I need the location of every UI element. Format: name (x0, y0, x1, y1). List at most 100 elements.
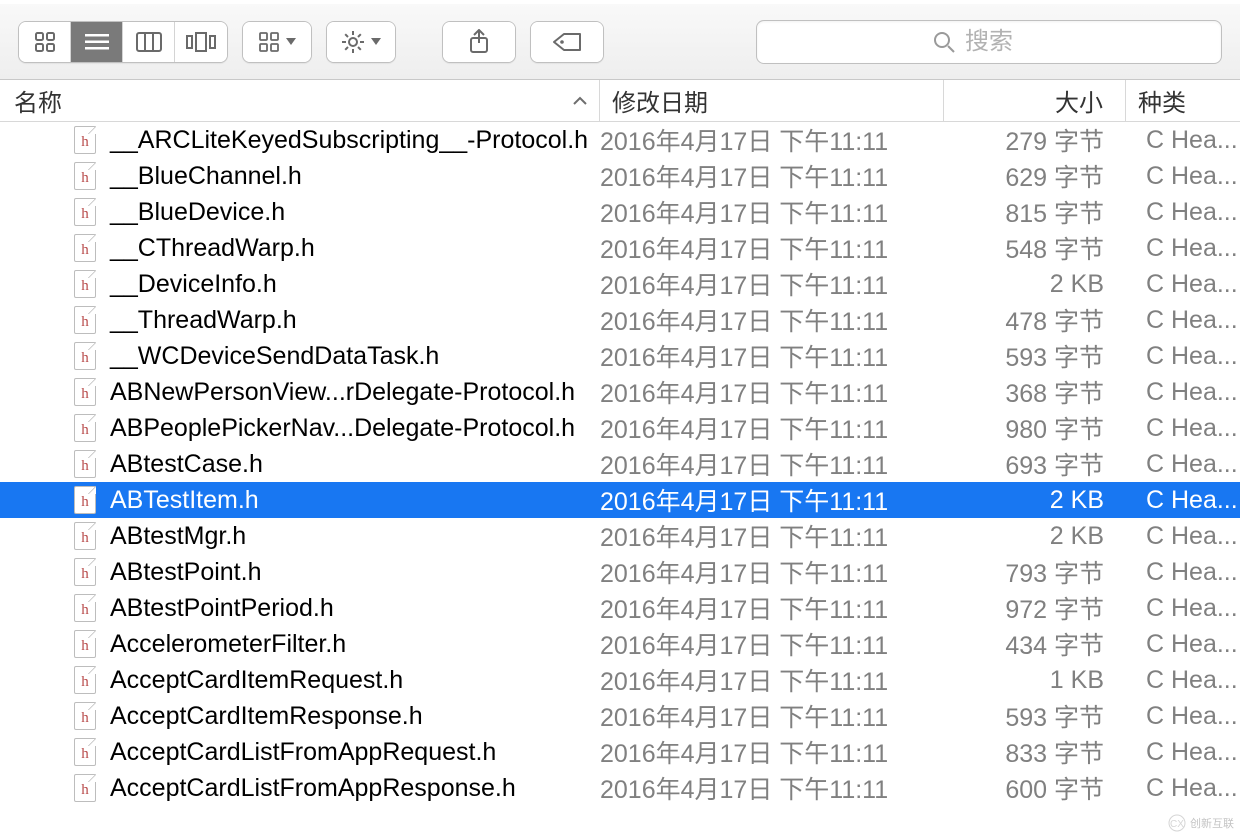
column-header-date-label: 修改日期 (612, 83, 708, 118)
file-date-cell: 2016年4月17日 下午11:11 (600, 194, 944, 230)
chevron-down-icon (286, 38, 296, 45)
file-kind-cell: C Hea... (1126, 234, 1240, 263)
tag-icon (552, 32, 582, 52)
column-header-kind[interactable]: 种类 (1126, 80, 1240, 121)
file-date-cell: 2016年4月17日 下午11:11 (600, 230, 944, 266)
column-header-date[interactable]: 修改日期 (600, 80, 944, 121)
header-file-icon: h (74, 126, 96, 154)
file-date-cell: 2016年4月17日 下午11:11 (600, 734, 944, 770)
table-row[interactable]: hAcceptCardItemResponse.h2016年4月17日 下午11… (0, 698, 1240, 734)
view-mode-group (18, 21, 228, 63)
toolbar (0, 4, 1240, 80)
header-file-icon: h (74, 198, 96, 226)
action-group (326, 21, 396, 63)
table-row[interactable]: hABtestPointPeriod.h2016年4月17日 下午11:1197… (0, 590, 1240, 626)
file-size-cell: 434 字节 (944, 626, 1126, 662)
columns-icon (136, 32, 162, 52)
header-file-icon: h (74, 270, 96, 298)
file-date-cell: 2016年4月17日 下午11:11 (600, 662, 944, 698)
share-button[interactable] (443, 22, 515, 62)
table-row[interactable]: hAccelerometerFilter.h2016年4月17日 下午11:11… (0, 626, 1240, 662)
action-button[interactable] (327, 22, 395, 62)
file-date-cell: 2016年4月17日 下午11:11 (600, 302, 944, 338)
file-name-label: AcceptCardListFromAppResponse.h (110, 774, 516, 803)
arrange-button[interactable] (243, 22, 311, 62)
file-size-cell: 548 字节 (944, 230, 1126, 266)
file-kind-cell: C Hea... (1126, 666, 1240, 695)
file-date-cell: 2016年4月17日 下午11:11 (600, 446, 944, 482)
grid-icon (34, 31, 56, 53)
file-name-cell: h AcceptCardItemRequest.h (0, 666, 600, 695)
header-file-icon: h (74, 702, 96, 730)
table-row[interactable]: hABtestCase.h2016年4月17日 下午11:11693 字节C H… (0, 446, 1240, 482)
file-name-cell: h AcceptCardListFromAppRequest.h (0, 738, 600, 767)
file-name-cell: h__BlueDevice.h (0, 198, 600, 227)
table-row[interactable]: h__ThreadWarp.h2016年4月17日 下午11:11478 字节C… (0, 302, 1240, 338)
file-kind-cell: C Hea... (1126, 342, 1240, 371)
file-name-cell: hABtestCase.h (0, 450, 600, 479)
file-kind-cell: C Hea... (1126, 306, 1240, 335)
file-size-cell: 793 字节 (944, 554, 1126, 590)
header-file-icon: h (74, 522, 96, 550)
table-row[interactable]: hABTestItem.h2016年4月17日 下午11:112 KBC Hea… (0, 482, 1240, 518)
table-row[interactable]: h AcceptCardListFromAppRequest.h 2016年4月17… (0, 734, 1240, 770)
table-row[interactable]: h__DeviceInfo.h2016年4月17日 下午11:112 KBC H… (0, 266, 1240, 302)
table-row[interactable]: hABNewPersonView...rDelegate-Protocol.h2… (0, 374, 1240, 410)
column-header-name[interactable]: 名称 (0, 80, 600, 121)
file-name-label: __ARCLiteKeyedSubscripting__-Protocol.h (110, 126, 588, 155)
table-row[interactable]: hAcceptCardListFromAppResponse.h2016年4月1… (0, 770, 1240, 806)
file-date-cell: 2016年4月17日 下午11:11 (600, 590, 944, 626)
tags-button[interactable] (531, 22, 603, 62)
view-icon-button[interactable] (19, 22, 71, 62)
table-row[interactable]: hABtestMgr.h2016年4月17日 下午11:112 KBC Hea.… (0, 518, 1240, 554)
table-row[interactable]: h__CThreadWarp.h2016年4月17日 下午11:11548 字节… (0, 230, 1240, 266)
file-name-label: ABTestItem.h (110, 486, 259, 515)
file-kind-cell: C Hea... (1126, 702, 1240, 731)
header-file-icon: h (74, 486, 96, 514)
column-header-size[interactable]: 大小 (944, 80, 1126, 121)
file-date-cell: 2016年4月17日 下午11:11 (600, 518, 944, 554)
file-kind-cell: C Hea... (1126, 270, 1240, 299)
file-kind-cell: C Hea... (1126, 414, 1240, 443)
file-size-cell: 815 字节 (944, 194, 1126, 230)
file-date-cell: 2016年4月17日 下午11:11 (600, 626, 944, 662)
file-size-cell: 833 字节 (944, 734, 1126, 770)
header-file-icon: h (74, 306, 96, 334)
file-size-cell: 693 字节 (944, 446, 1126, 482)
file-size-cell: 980 字节 (944, 410, 1126, 446)
table-row[interactable]: hABPeoplePickerNav...Delegate-Protocol.h… (0, 410, 1240, 446)
table-row[interactable]: h AcceptCardItemRequest.h 2016年4月17日 下午11:… (0, 662, 1240, 698)
file-date-cell: 2016年4月17日 下午11:11 (600, 122, 944, 158)
table-row[interactable]: hABtestPoint.h2016年4月17日 下午11:11793 字节C … (0, 554, 1240, 590)
file-kind-cell: C Hea... (1126, 450, 1240, 479)
view-list-button[interactable] (71, 22, 123, 62)
table-row[interactable]: h__BlueDevice.h2016年4月17日 下午11:11815 字节C… (0, 194, 1240, 230)
file-list[interactable]: h __ARCLiteKeyedSubscripting__-Protocol.h… (0, 122, 1240, 838)
file-name-label: ABPeoplePickerNav...Delegate-Protocol.h (110, 414, 575, 443)
file-name-label: __BlueChannel.h (110, 162, 302, 191)
file-size-cell: 972 字节 (944, 590, 1126, 626)
file-name-label: AcceptCardItemRequest.h (110, 666, 403, 695)
file-name-cell: h__CThreadWarp.h (0, 234, 600, 263)
file-name-label: __DeviceInfo.h (110, 270, 277, 299)
file-name-cell: h AcceptCardItemResponse.h (0, 702, 600, 731)
file-name-label: AcceptCardItemResponse.h (110, 702, 423, 731)
header-file-icon: h (74, 738, 96, 766)
file-kind-cell: C Hea... (1126, 162, 1240, 191)
svg-text:CX: CX (1170, 819, 1184, 830)
file-name-label: AcceptCardListFromAppRequest.h (110, 738, 496, 767)
file-kind-cell: C Hea... (1126, 738, 1240, 767)
header-file-icon: h (74, 630, 96, 658)
share-icon (468, 29, 490, 55)
search-input[interactable] (965, 28, 1045, 56)
view-coverflow-button[interactable] (175, 22, 227, 62)
file-size-cell: 2 KB (944, 270, 1126, 299)
search-field[interactable] (756, 20, 1222, 64)
header-file-icon: h (74, 666, 96, 694)
file-kind-cell: C Hea... (1126, 126, 1240, 155)
table-row[interactable]: h __ARCLiteKeyedSubscripting__-Protocol.h… (0, 122, 1240, 158)
header-file-icon: h (74, 162, 96, 190)
table-row[interactable]: h__BlueChannel.h2016年4月17日 下午11:11629 字节… (0, 158, 1240, 194)
table-row[interactable]: h__WCDeviceSendDataTask.h2016年4月17日 下午11… (0, 338, 1240, 374)
view-column-button[interactable] (123, 22, 175, 62)
